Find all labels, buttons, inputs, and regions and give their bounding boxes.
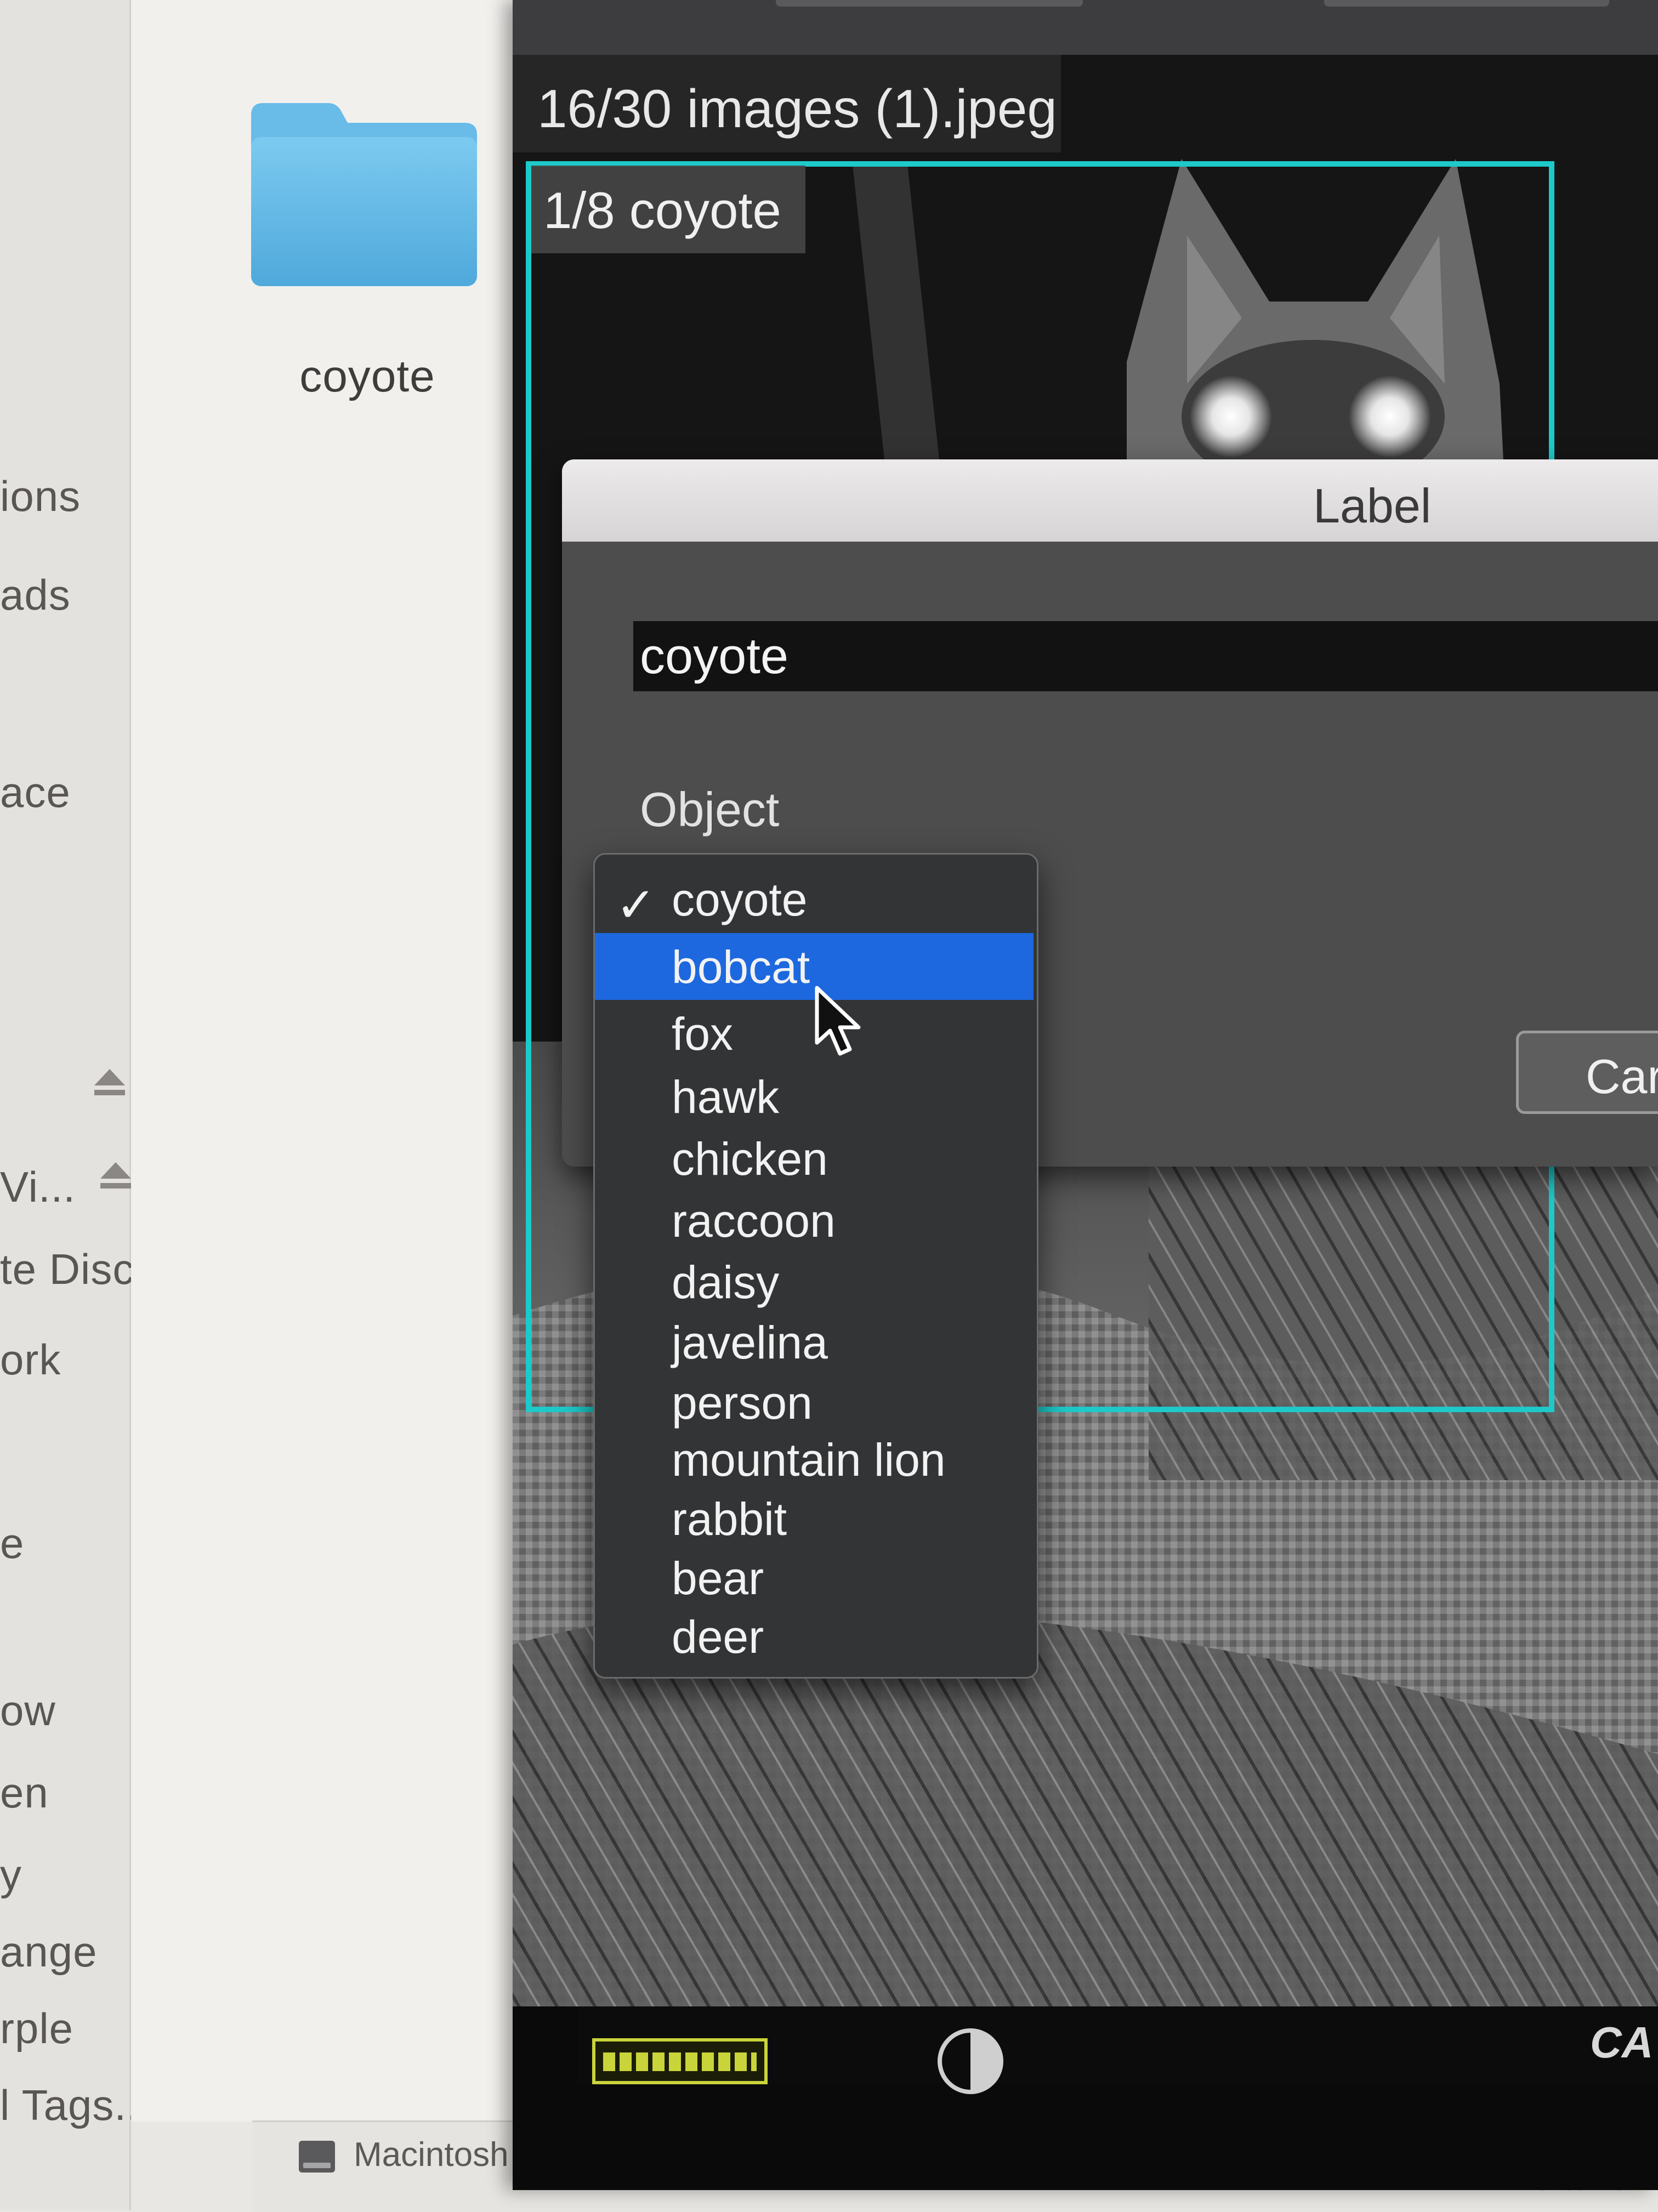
image-counter: 16/30 images (1).jpeg: [513, 55, 1061, 152]
sidebar-item-12[interactable]: l Tags...: [0, 2080, 151, 2130]
sidebar-item-8[interactable]: en: [0, 1768, 49, 1818]
object-field-label: Object: [640, 782, 780, 837]
menu-item-label: hawk: [672, 1071, 780, 1123]
menu-item-label: fox: [672, 1008, 734, 1060]
sidebar-item-4[interactable]: te Disc: [0, 1244, 134, 1294]
bounding-box-tag: 1/8 coyote: [531, 166, 805, 253]
folder-icon[interactable]: [246, 99, 481, 296]
sidebar-item-1[interactable]: ads: [0, 570, 71, 620]
menu-item-label: javelina: [672, 1317, 828, 1368]
menu-item-person[interactable]: person: [595, 1369, 1034, 1432]
menu-item-daisy[interactable]: daisy: [595, 1248, 1034, 1312]
menu-item-label: raccoon: [672, 1195, 836, 1247]
folder-label[interactable]: coyote: [230, 351, 504, 402]
camera-tag-icon: [592, 2038, 768, 2084]
cancel-button[interactable]: Car: [1516, 1031, 1658, 1114]
object-dropdown-menu[interactable]: ✓ coyote bobcat fox hawk chicken raccoon…: [593, 853, 1038, 1679]
sidebar-item-11[interactable]: rple: [0, 2004, 73, 2054]
app-toolbar: [513, 0, 1658, 55]
label-text-input[interactable]: [633, 621, 1658, 691]
menu-item-label: deer: [672, 1611, 764, 1663]
sidebar-item-6[interactable]: e: [0, 1519, 24, 1568]
menu-item-chicken[interactable]: chicken: [595, 1125, 1034, 1189]
mouse-pointer-icon: [815, 986, 861, 1056]
dialog-title: Label: [1313, 479, 1432, 533]
menu-item-label: mountain lion: [672, 1434, 946, 1486]
eject-icon[interactable]: [100, 1162, 131, 1189]
menu-item-javelina[interactable]: javelina: [595, 1309, 1034, 1372]
hard-disk-icon: [299, 2141, 335, 2173]
menu-item-mountain-lion[interactable]: mountain lion: [595, 1426, 1034, 1489]
menu-item-label: coyote: [672, 874, 808, 925]
eject-icon[interactable]: [94, 1069, 125, 1095]
image-counter-text: 16/30 images (1).jpeg: [537, 78, 1057, 139]
menu-item-label: bear: [672, 1553, 764, 1604]
sidebar-item-0[interactable]: ions: [0, 471, 81, 521]
sidebar-item-3[interactable]: Vi...: [0, 1162, 76, 1212]
menu-item-label: rabbit: [672, 1493, 787, 1545]
menu-item-label: daisy: [672, 1256, 780, 1308]
menu-item-raccoon[interactable]: raccoon: [595, 1187, 1034, 1250]
sidebar-item-9[interactable]: y: [0, 1850, 22, 1900]
cancel-button-label: Car: [1586, 1049, 1658, 1104]
sidebar-item-5[interactable]: ork: [0, 1335, 61, 1385]
menu-item-coyote[interactable]: ✓ coyote: [595, 869, 1034, 932]
bounding-box-tag-text: 1/8 coyote: [543, 181, 781, 239]
menu-item-label: bobcat: [672, 941, 810, 993]
finder-content: [131, 0, 515, 2122]
sidebar-item-10[interactable]: ange: [0, 1927, 98, 1977]
menu-item-label: person: [672, 1377, 813, 1429]
menu-item-label: chicken: [672, 1133, 828, 1185]
sidebar-item-2[interactable]: ace: [0, 767, 71, 817]
dialog-titlebar[interactable]: Label: [562, 459, 1658, 542]
menu-item-hawk[interactable]: hawk: [595, 1063, 1034, 1127]
moon-phase-icon: [938, 2028, 1003, 2094]
menu-item-rabbit[interactable]: rabbit: [595, 1485, 1034, 1549]
menu-item-deer[interactable]: deer: [595, 1603, 1034, 1667]
checkmark-icon: ✓: [616, 878, 656, 932]
finder-sidebar: ions ads ace Vi... te Disc ork e ow en y…: [0, 0, 151, 2210]
sidebar-item-7[interactable]: ow: [0, 1686, 56, 1736]
menu-item-bear[interactable]: bear: [595, 1544, 1034, 1608]
camera-brand: CA: [1590, 2018, 1654, 2067]
